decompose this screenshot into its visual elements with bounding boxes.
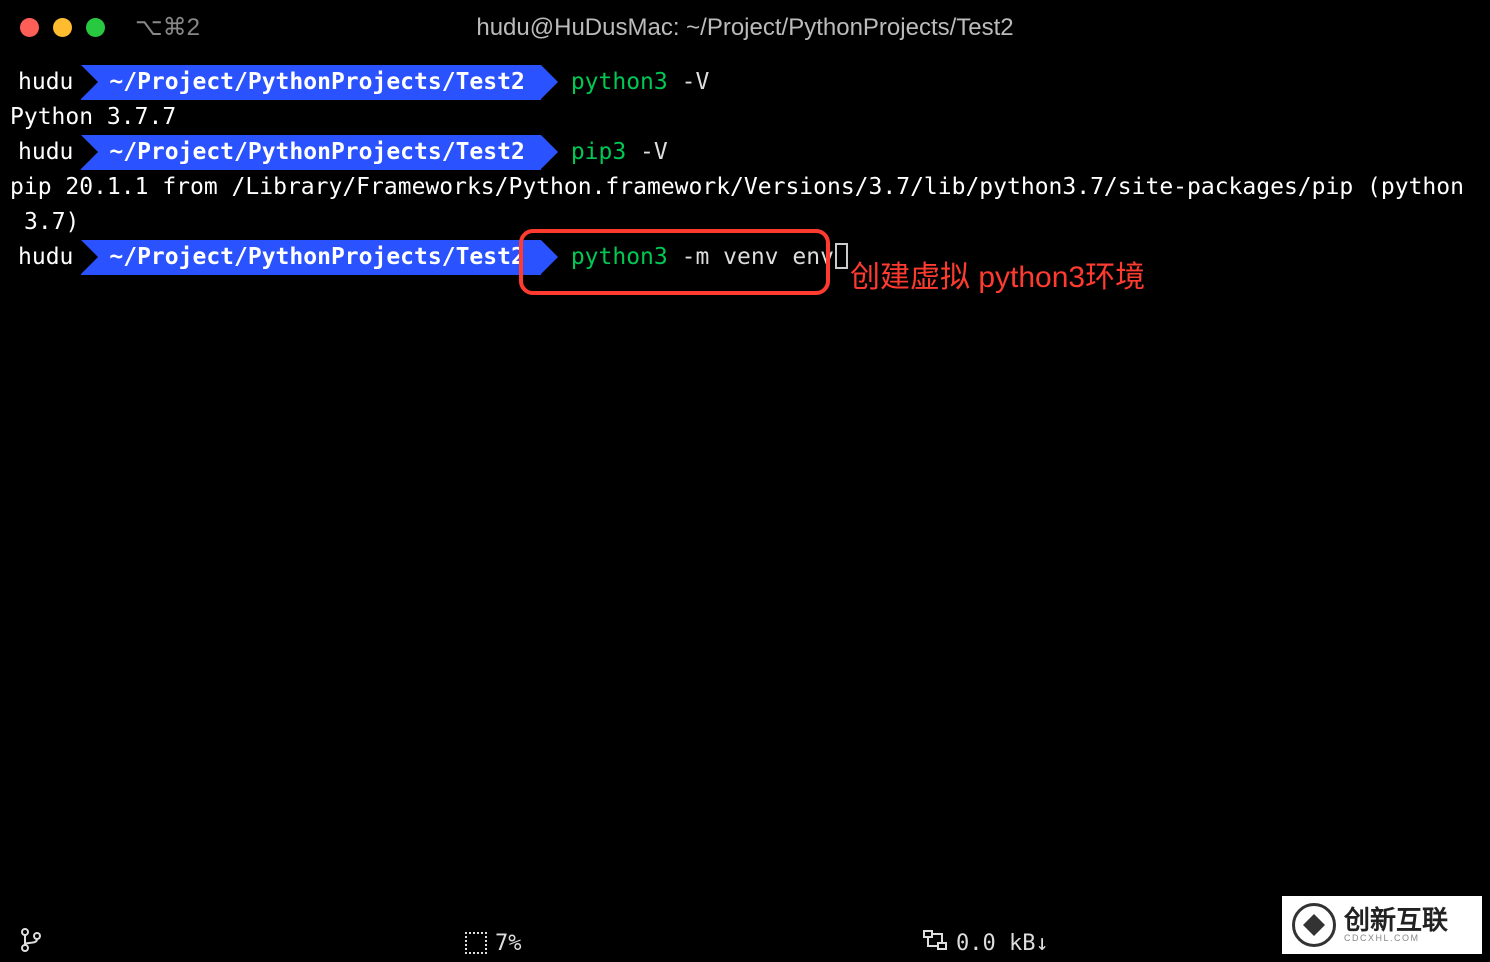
- annotation-label: 创建虚拟 python3环境: [850, 252, 1145, 296]
- command-3[interactable]: python3 -m venv env: [541, 240, 848, 275]
- statusbar: 7% 0.0 kB↓: [0, 924, 1490, 962]
- close-icon[interactable]: [20, 18, 39, 37]
- command-arg: -m venv env: [668, 244, 834, 270]
- window-titlebar: ⌥⌘2 hudu@HuDusMac: ~/Project/PythonProje…: [0, 0, 1490, 55]
- status-network: 0.0 kB↓: [922, 929, 1049, 957]
- prompt-path: ~/Project/PythonProjects/Test2: [81, 65, 540, 100]
- cpu-icon: [465, 932, 487, 954]
- watermark-en: CDCXHL.COM: [1344, 934, 1448, 944]
- window-title: hudu@HuDusMac: ~/Project/PythonProjects/…: [476, 14, 1013, 42]
- prompt-user: hudu: [8, 65, 81, 100]
- prompt-line-1: hudu ~/Project/PythonProjects/Test2 pyth…: [8, 65, 1482, 100]
- status-git: [20, 927, 42, 959]
- traffic-lights: [20, 18, 105, 37]
- command-exe: python3: [571, 69, 668, 95]
- watermark-text: 创新互联 CDCXHL.COM: [1344, 906, 1448, 944]
- prompt-path: ~/Project/PythonProjects/Test2: [81, 240, 540, 275]
- terminal-body[interactable]: hudu ~/Project/PythonProjects/Test2 pyth…: [0, 55, 1490, 285]
- cpu-value: 7%: [495, 931, 522, 956]
- output-python-version: Python 3.7.7: [8, 100, 1482, 135]
- prompt-user: hudu: [8, 135, 81, 170]
- network-icon: [922, 929, 948, 957]
- watermark-logo-icon: [1292, 903, 1336, 947]
- git-branch-icon: [20, 927, 42, 959]
- prompt-path: ~/Project/PythonProjects/Test2: [81, 135, 540, 170]
- output-pip-version-2: 3.7): [8, 205, 1482, 240]
- prompt-line-2: hudu ~/Project/PythonProjects/Test2 pip3…: [8, 135, 1482, 170]
- command-exe: pip3: [571, 139, 626, 165]
- prompt-line-3: hudu ~/Project/PythonProjects/Test2 pyth…: [8, 240, 1482, 275]
- watermark-cn: 创新互联: [1344, 906, 1448, 935]
- command-exe: python3: [571, 244, 668, 270]
- watermark: 创新互联 CDCXHL.COM: [1282, 896, 1482, 954]
- maximize-icon[interactable]: [86, 18, 105, 37]
- cursor-icon: [835, 243, 848, 269]
- output-pip-version-1: pip 20.1.1 from /Library/Frameworks/Pyth…: [8, 170, 1482, 205]
- command-2: pip3 -V: [541, 135, 668, 170]
- command-arg: -V: [626, 139, 668, 165]
- prompt-user: hudu: [8, 240, 81, 275]
- command-arg: -V: [668, 69, 710, 95]
- status-cpu: 7%: [465, 931, 522, 956]
- tab-shortcut: ⌥⌘2: [135, 13, 200, 42]
- minimize-icon[interactable]: [53, 18, 72, 37]
- network-value: 0.0 kB↓: [956, 931, 1049, 956]
- command-1: python3 -V: [541, 65, 709, 100]
